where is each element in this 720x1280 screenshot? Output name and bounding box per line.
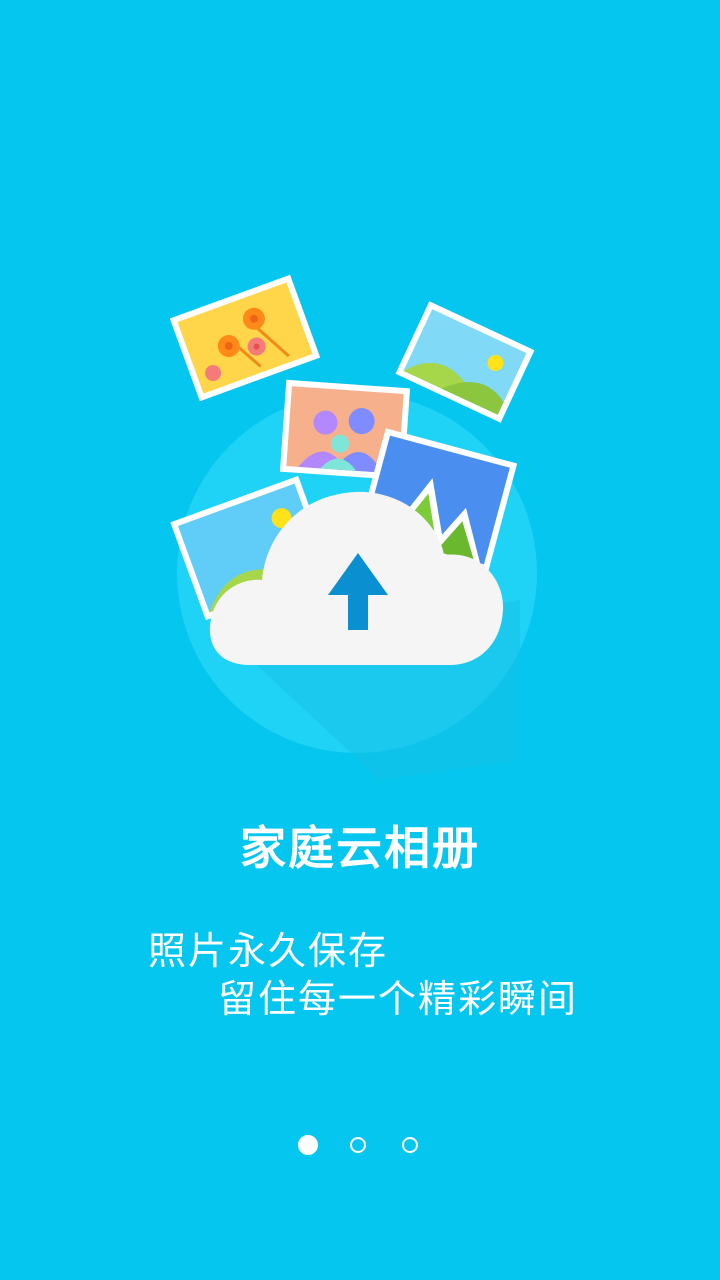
onboarding-screen[interactable]: 家庭云相册 照片永久保存 留住每一个精彩瞬间 (0, 0, 720, 1280)
page-dot-3[interactable] (402, 1137, 418, 1153)
tagline-line-2: 留住每一个精彩瞬间 (218, 977, 579, 1021)
page-indicator[interactable] (0, 1133, 720, 1157)
cloud-album-illustration (169, 274, 537, 780)
tagline-line-1: 照片永久保存 (148, 929, 389, 973)
app-title: 家庭云相册 (240, 821, 480, 875)
page-dot-2[interactable] (350, 1137, 366, 1153)
page-dot-1[interactable] (298, 1135, 318, 1155)
